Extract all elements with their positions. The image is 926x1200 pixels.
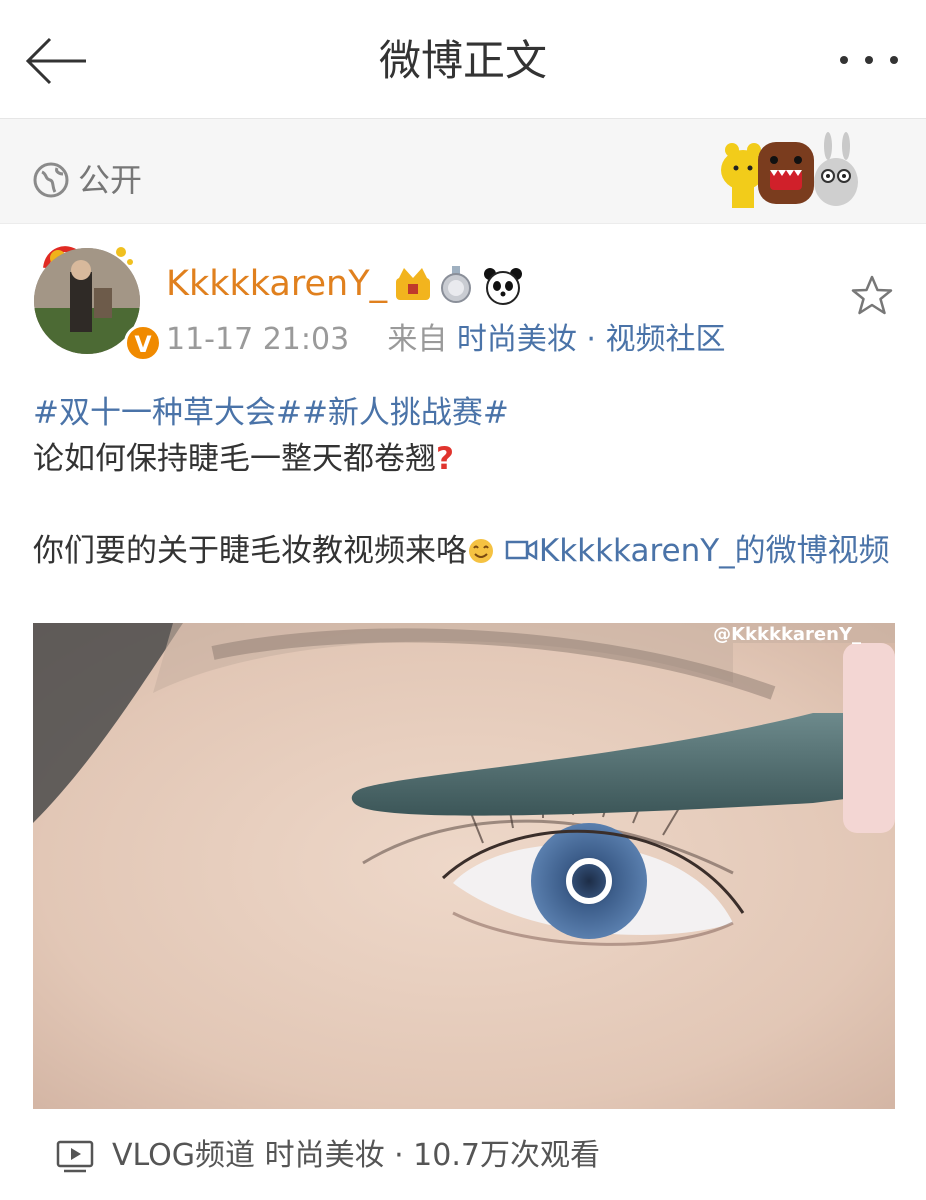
smile-emoji-icon [467, 533, 495, 569]
crown-badge-icon [396, 268, 430, 300]
username[interactable]: KkkkkarenY_ [166, 262, 387, 306]
video-player[interactable]: @KkkkkarenY_ [33, 623, 895, 1109]
post-source-link[interactable]: 时尚美妆 · 视频社区 [457, 322, 726, 357]
post-content: #双十一种草大会##新人挑战赛# 论如何保持睫毛一整天都卷翘? 你们要的关于睫毛… [33, 390, 895, 574]
post-meta: 11-17 21:03 来自 时尚美妆 · 视频社区 [166, 318, 726, 362]
video-camera-icon [505, 539, 538, 561]
post-line-2: 你们要的关于睫毛妆教视频来咯 [33, 533, 467, 569]
topic-hashtags[interactable]: #双十一种草大会##新人挑战赛# [33, 395, 509, 431]
visibility-label: 公开 [78, 161, 143, 199]
sticker-decoration-icon [714, 130, 864, 210]
video-link-label: KkkkkarenY_的微博视频 [538, 533, 890, 569]
avatar[interactable]: V [26, 240, 162, 362]
top-bar: 微博正文 [0, 0, 926, 119]
question-mark-emoji-icon: ? [436, 441, 454, 477]
medal-badge-icon [441, 266, 471, 303]
source-prefix: 来自 [387, 322, 448, 357]
post-line-1: 论如何保持睫毛一整天都卷翘 [33, 441, 436, 477]
page-title: 微博正文 [378, 36, 547, 85]
video-watermark: @KkkkkarenY_ [713, 624, 861, 645]
verified-badge-icon: V [124, 324, 162, 362]
more-options-icon[interactable] [834, 40, 904, 80]
video-link[interactable]: KkkkkarenY_的微博视频 [505, 533, 890, 569]
post-time: 11-17 21:03 [166, 322, 350, 357]
user-badges [394, 264, 526, 306]
favorite-star-icon[interactable] [850, 274, 894, 318]
video-footer-info[interactable]: VLOG频道 时尚美妆 · 10.7万次观看 [112, 1134, 600, 1178]
globe-icon [33, 162, 69, 198]
panda-badge-icon [484, 268, 522, 305]
video-play-icon [56, 1140, 94, 1174]
